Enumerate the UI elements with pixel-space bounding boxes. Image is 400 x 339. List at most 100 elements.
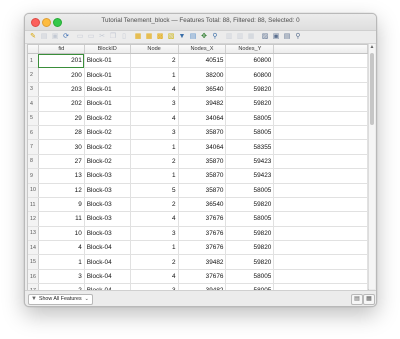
cell-fid[interactable]: 13 — [38, 168, 85, 184]
table-view-button[interactable]: ▦ — [363, 294, 375, 305]
cell-node[interactable]: 4 — [130, 269, 179, 285]
column-header-fid[interactable]: fid — [38, 45, 85, 54]
cell-nodes-x[interactable]: 36540 — [178, 82, 227, 98]
cell-fid[interactable]: 4 — [38, 240, 85, 256]
cell-node[interactable]: 1 — [130, 67, 179, 83]
title-bar[interactable]: Tutorial Tenement_block — Features Total… — [25, 14, 376, 31]
cell-fid[interactable]: 11 — [38, 211, 85, 227]
filter-icon[interactable]: ▼ — [178, 33, 186, 41]
cell-nodes-y[interactable]: 60800 — [225, 53, 275, 69]
cell-nodes-y[interactable]: 59820 — [225, 96, 275, 112]
corner-header[interactable] — [28, 45, 39, 54]
cell-fid[interactable]: 9 — [38, 197, 85, 213]
scrollbar-thumb[interactable] — [370, 53, 374, 125]
cell-nodes-x[interactable]: 35870 — [178, 154, 227, 170]
paste-icon[interactable]: ▯ — [120, 33, 128, 41]
cell-fid[interactable]: 202 — [38, 96, 85, 112]
cell-nodes-x[interactable]: 37676 — [178, 211, 227, 227]
cell-node[interactable]: 3 — [130, 125, 179, 141]
cell-fid[interactable]: 10 — [38, 226, 85, 242]
conditional-formatting-icon[interactable]: ▨ — [261, 33, 269, 41]
cell-blockid[interactable]: Block-03 — [84, 197, 131, 213]
cell-node[interactable]: 2 — [130, 154, 179, 170]
cell-blockid[interactable]: Block-03 — [84, 211, 131, 227]
select-all-icon[interactable]: ▦ — [145, 33, 153, 41]
row-number-header[interactable]: 10 — [28, 183, 39, 198]
scroll-up-icon[interactable]: ▲ — [369, 44, 375, 50]
delete-field-icon[interactable]: ▥ — [236, 33, 244, 41]
row-number-header[interactable]: 6 — [28, 125, 39, 141]
cell-blockid[interactable]: Block-04 — [84, 240, 131, 256]
cell-nodes-y[interactable]: 59820 — [225, 197, 275, 213]
cell-fid[interactable]: 27 — [38, 154, 85, 170]
cell-nodes-y[interactable]: 59423 — [225, 168, 275, 184]
zoom-map-icon[interactable]: ⚲ — [294, 33, 302, 41]
row-number-header[interactable]: 16 — [28, 269, 39, 285]
cell-blockid[interactable]: Block-01 — [84, 53, 131, 69]
row-number-header[interactable]: 14 — [28, 240, 39, 256]
cell-nodes-x[interactable]: 38200 — [178, 67, 227, 83]
form-view-button[interactable]: ▤ — [351, 294, 363, 305]
delete-icon[interactable]: ▭ — [87, 33, 95, 41]
cell-nodes-x[interactable]: 39482 — [178, 96, 227, 112]
table-row[interactable]: 11 9 Block-03 2 36540 59820 — [28, 197, 368, 213]
row-number-header[interactable]: 15 — [28, 254, 39, 270]
cell-nodes-x[interactable]: 39482 — [178, 254, 227, 270]
column-header-nodes-y[interactable]: Nodes_Y — [225, 45, 275, 54]
invert-selection-icon[interactable]: ▩ — [156, 33, 164, 41]
column-header-blockid[interactable]: BlockID — [84, 45, 131, 54]
save-icon[interactable]: ▣ — [51, 33, 59, 41]
cell-nodes-x[interactable]: 35870 — [178, 168, 227, 184]
select-expression-icon[interactable]: ▦ — [134, 33, 142, 41]
field-calculator-icon[interactable]: ▦ — [247, 33, 255, 41]
attribute-table-grid[interactable]: fid BlockID Node Nodes_X Nodes_Y 1 201 Blo… — [27, 44, 369, 291]
cell-nodes-x[interactable]: 36540 — [178, 197, 227, 213]
cell-fid[interactable]: 12 — [38, 183, 85, 198]
cell-blockid[interactable]: Block-02 — [84, 154, 131, 170]
cell-node[interactable]: 1 — [130, 168, 179, 184]
cell-nodes-y[interactable]: 58005 — [225, 183, 275, 198]
row-number-header[interactable]: 2 — [28, 67, 39, 83]
cell-blockid[interactable]: Block-02 — [84, 139, 131, 155]
table-row[interactable]: 15 1 Block-04 2 39482 59820 — [28, 254, 368, 270]
cell-blockid[interactable]: Block-01 — [84, 96, 131, 112]
table-row[interactable]: 14 4 Block-04 1 37676 59820 — [28, 240, 368, 256]
cell-nodes-y[interactable]: 58005 — [225, 125, 275, 141]
cell-blockid[interactable]: Block-03 — [84, 226, 131, 242]
cell-nodes-y[interactable]: 59820 — [225, 226, 275, 242]
cell-nodes-y[interactable]: 59820 — [225, 254, 275, 270]
column-header-nodes-x[interactable]: Nodes_X — [178, 45, 227, 54]
row-number-header[interactable]: 7 — [28, 139, 39, 155]
deselect-icon[interactable]: ▧ — [167, 33, 175, 41]
row-number-header[interactable]: 3 — [28, 82, 39, 98]
cell-node[interactable]: 2 — [130, 197, 179, 213]
reload-icon[interactable]: ⟳ — [62, 33, 70, 41]
cell-nodes-x[interactable]: 35870 — [178, 125, 227, 141]
cell-nodes-y[interactable]: 59820 — [225, 240, 275, 256]
cell-nodes-y[interactable]: 58005 — [225, 111, 275, 126]
pencil-icon[interactable]: ✎ — [29, 33, 37, 41]
cell-blockid[interactable]: Block-04 — [84, 269, 131, 285]
cell-node[interactable]: 4 — [130, 111, 179, 126]
table-row[interactable]: 7 30 Block-02 1 34064 58355 — [28, 139, 368, 155]
table-row[interactable]: 13 10 Block-03 3 37676 59820 — [28, 226, 368, 242]
cell-nodes-y[interactable]: 58005 — [225, 269, 275, 285]
cell-blockid[interactable]: Block-01 — [84, 67, 131, 83]
cell-node[interactable]: 5 — [130, 183, 179, 198]
actions-icon[interactable]: ▤ — [283, 33, 291, 41]
table-row[interactable]: 4 202 Block-01 3 39482 59820 — [28, 96, 368, 112]
cell-fid[interactable]: 30 — [38, 139, 85, 155]
cell-node[interactable]: 1 — [130, 139, 179, 155]
cell-node[interactable]: 3 — [130, 96, 179, 112]
table-row[interactable]: 12 11 Block-03 4 37676 58005 — [28, 211, 368, 227]
cell-nodes-y[interactable]: 59820 — [225, 82, 275, 98]
cell-blockid[interactable]: Block-01 — [84, 82, 131, 98]
column-header-node[interactable]: Node — [130, 45, 179, 54]
cell-nodes-x[interactable]: 37676 — [178, 240, 227, 256]
cut-icon[interactable]: ✂ — [98, 33, 106, 41]
cell-nodes-x[interactable]: 35870 — [178, 183, 227, 198]
row-number-header[interactable]: 8 — [28, 154, 39, 170]
cell-fid[interactable]: 1 — [38, 254, 85, 270]
cell-nodes-x[interactable]: 40515 — [178, 53, 227, 69]
row-number-header[interactable]: 12 — [28, 211, 39, 227]
